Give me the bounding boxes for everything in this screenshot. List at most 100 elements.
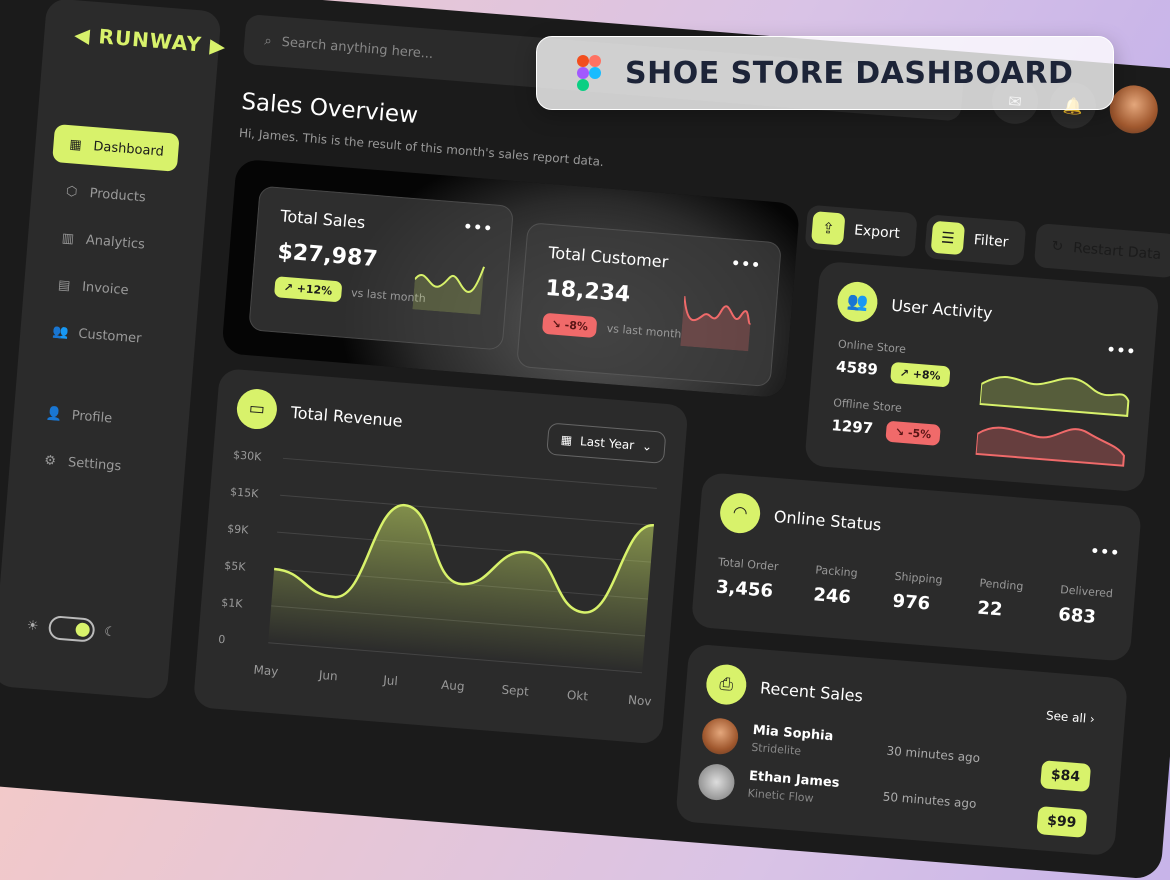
see-all-link[interactable]: See all › bbox=[1045, 708, 1095, 726]
more-icon[interactable]: ••• bbox=[1106, 342, 1137, 360]
kpi-title: Total Sales bbox=[280, 206, 490, 242]
card-title: Total Revenue bbox=[290, 402, 403, 430]
wifi-icon: ◠ bbox=[719, 492, 762, 535]
sun-icon: ☀ bbox=[26, 618, 39, 634]
stat-packing: Packing246 bbox=[813, 563, 859, 608]
sidebar-item-analytics[interactable]: ▥Analytics bbox=[45, 218, 173, 266]
export-button[interactable]: ⇪ Export bbox=[805, 205, 918, 258]
sliders-icon: ☰ bbox=[931, 221, 965, 255]
restart-label: Restart Data bbox=[1073, 240, 1162, 263]
customer-avatar bbox=[701, 717, 740, 756]
sale-time: 50 minutes ago bbox=[882, 790, 977, 811]
filter-button[interactable]: ☰ Filter bbox=[924, 214, 1026, 266]
online-store-label: Online Store bbox=[837, 337, 951, 359]
kpi-note: vs last month bbox=[606, 322, 682, 341]
user-icon: 👤 bbox=[45, 405, 62, 422]
calendar-icon: ▦ bbox=[560, 433, 572, 448]
sidebar-item-profile[interactable]: 👤 Profile bbox=[30, 393, 158, 441]
period-dropdown[interactable]: ▦Last Year⌄ bbox=[547, 423, 667, 464]
order-stats: Total Order3,456 Packing246 Shipping976 … bbox=[715, 556, 1113, 630]
more-icon[interactable]: ••• bbox=[463, 219, 494, 237]
users-icon: 👥 bbox=[52, 323, 69, 340]
kpi-hero: Total Sales ••• $27,987 ↗ +12%vs last mo… bbox=[221, 159, 800, 399]
sidebar-item-label: Products bbox=[89, 185, 146, 204]
moon-icon: ☾ bbox=[104, 624, 117, 640]
user-avatar[interactable] bbox=[1108, 84, 1160, 136]
sidebar-item-settings[interactable]: ⚙Settings bbox=[27, 440, 155, 488]
x-tick-label: Jun bbox=[317, 668, 338, 684]
page-title: Sales Overview bbox=[240, 89, 418, 129]
invoice-icon: ▤ bbox=[56, 277, 73, 294]
user-activity-card: 👥User Activity ••• Online Store 4589 ↗ +… bbox=[804, 261, 1159, 493]
kpi-title: Total Customer bbox=[548, 243, 758, 279]
theme-toggle[interactable] bbox=[47, 615, 95, 643]
kpi-card-total-customer: Total Customer ••• 18,234 ↘ -8%vs last m… bbox=[516, 222, 782, 387]
search-icon: ⌕ bbox=[264, 33, 272, 49]
card-title: Recent Sales bbox=[759, 678, 863, 705]
total-revenue-card: ▭Total Revenue ▦Last Year⌄ $30K$15K$9K$5… bbox=[193, 368, 689, 745]
sidebar-item-invoice[interactable]: ▤ Invoice bbox=[41, 265, 169, 313]
sparkline-customer bbox=[680, 296, 754, 351]
filter-label: Filter bbox=[973, 232, 1009, 251]
kpi-change-badge: ↘ -8% bbox=[542, 313, 598, 338]
restart-data-button[interactable]: ↻ Restart Data bbox=[1034, 223, 1170, 278]
dashboard-icon: ▦ bbox=[67, 136, 84, 153]
banner-title: SHOE STORE DASHBOARD bbox=[625, 56, 1073, 91]
sidebar-item-label: Dashboard bbox=[93, 139, 165, 160]
title-banner: SHOE STORE DASHBOARD bbox=[536, 36, 1114, 110]
wallet-icon: ▭ bbox=[235, 388, 278, 431]
theme-toggle-group: ☀☾ bbox=[26, 613, 117, 644]
y-tick-label: $30K bbox=[233, 448, 263, 463]
online-status-card: ◠ Online Status ••• Total Order3,456 Pack… bbox=[691, 472, 1142, 662]
card-title: Online Status bbox=[773, 506, 882, 534]
stat-delivered: Delivered683 bbox=[1057, 583, 1113, 629]
x-tick-label: Aug bbox=[441, 678, 465, 694]
search-input[interactable]: Search anything here... bbox=[281, 34, 434, 61]
offline-change-badge: ↘ -5% bbox=[885, 421, 941, 446]
y-tick-label: $5K bbox=[224, 559, 247, 574]
stat-shipping: Shipping976 bbox=[892, 570, 943, 616]
x-tick-label: Sept bbox=[501, 683, 530, 699]
refresh-icon: ↻ bbox=[1051, 238, 1064, 255]
export-label: Export bbox=[854, 222, 901, 242]
offline-store-label: Offline Store bbox=[833, 396, 947, 418]
chevron-down-icon: ⌄ bbox=[642, 439, 653, 454]
sidebar-item-label: Settings bbox=[67, 455, 121, 474]
sidebar-item-customer[interactable]: 👥 Customer bbox=[37, 311, 165, 359]
x-tick-label: May bbox=[253, 663, 279, 679]
sidebar-item-products[interactable]: ⬡ Products bbox=[48, 171, 176, 219]
dashboard: ◀ RUNWAY ▶ ▦ Dashboard ⬡ Products ▥Analyti… bbox=[0, 0, 1170, 880]
brand-name: RUNWAY bbox=[98, 24, 203, 56]
product-name: Stridelite bbox=[751, 741, 802, 758]
offline-store-value: 1297 bbox=[831, 416, 874, 437]
stat-total-order: Total Order3,456 bbox=[715, 556, 779, 603]
recent-sales-card: ⎙Recent Sales See all › Mia Sophia Strid… bbox=[675, 644, 1128, 857]
more-icon[interactable]: ••• bbox=[1090, 543, 1121, 561]
sidebar-item-dashboard[interactable]: ▦ Dashboard bbox=[52, 124, 180, 172]
stat-pending: Pending22 bbox=[977, 577, 1024, 622]
upload-icon: ⇪ bbox=[811, 211, 845, 245]
sidebar-item-label: Invoice bbox=[82, 279, 130, 298]
sale-price: $99 bbox=[1036, 806, 1087, 838]
sale-price: $84 bbox=[1040, 760, 1091, 792]
kpi-card-total-sales: Total Sales ••• $27,987 ↗ +12%vs last mo… bbox=[248, 186, 514, 351]
revenue-chart: $30K$15K$9K$5K$1K0MayJunJulAugSeptOktNov bbox=[193, 438, 683, 745]
product-name: Kinetic Flow bbox=[747, 787, 814, 805]
sale-time: 30 minutes ago bbox=[886, 744, 981, 765]
card-title: User Activity bbox=[891, 295, 994, 322]
printer-icon: ⎙ bbox=[705, 663, 748, 706]
customer-avatar bbox=[697, 763, 736, 802]
sidebar-item-label: Customer bbox=[78, 326, 142, 346]
logo: ◀ RUNWAY ▶ bbox=[73, 22, 227, 58]
gridline bbox=[277, 532, 651, 562]
box-icon: ⬡ bbox=[63, 183, 80, 200]
kpi-change-badge: ↗ +12% bbox=[274, 276, 342, 302]
y-tick-label: $15K bbox=[230, 485, 260, 500]
x-tick-label: Okt bbox=[566, 688, 588, 704]
sidebar-item-label: Profile bbox=[71, 408, 112, 426]
users-icon: 👥 bbox=[836, 280, 879, 323]
sidebar-item-label: Analytics bbox=[85, 232, 145, 252]
more-icon[interactable]: ••• bbox=[731, 256, 762, 274]
y-tick-label: $1K bbox=[221, 596, 244, 611]
gridline bbox=[280, 495, 654, 525]
